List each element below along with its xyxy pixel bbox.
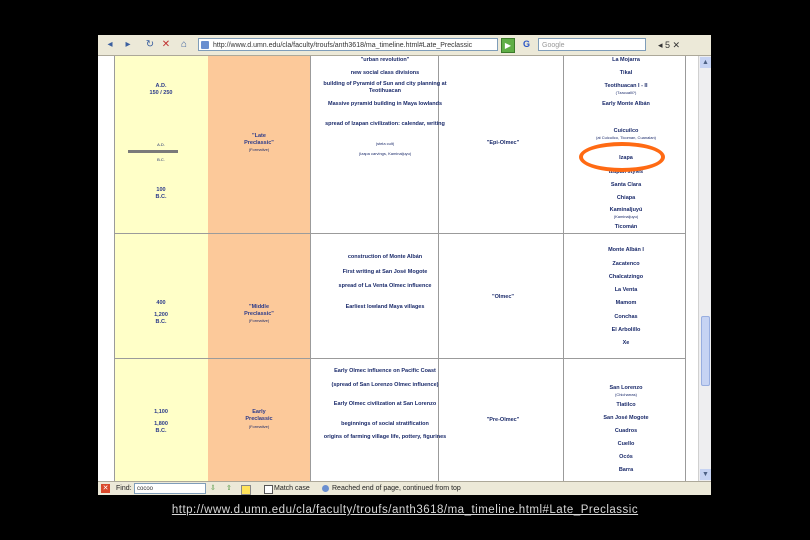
find-input[interactable]: cocoo	[134, 483, 206, 494]
page-icon	[201, 41, 209, 49]
event-item: origins of farming village life, pottery…	[323, 434, 447, 440]
era-divider-bar	[128, 150, 178, 153]
event-item: "urban revolution"	[360, 57, 410, 63]
site-note: (Tzacualli?)	[615, 90, 637, 95]
site-item: Xe	[622, 340, 630, 346]
site-item: Monte Albán I	[608, 247, 644, 253]
bc-label: B.C.	[157, 157, 165, 162]
highlight-circle	[579, 142, 665, 172]
site-item: Early Monte Albán	[602, 101, 650, 107]
go-button[interactable]: ▶	[501, 38, 515, 53]
date-label: 400 1,200 B.C.	[154, 300, 168, 325]
timeline-table: A.D. 150 / 250 A.D. B.C. 100 B.C. "Late Pr…	[98, 56, 698, 481]
find-bar: ✕ Find: cocoo ⇩ ⇧ Match case Reached end…	[98, 481, 711, 495]
site-item: Ticomán	[614, 224, 638, 230]
period-label[interactable]: "Middle Preclassic"	[216, 304, 302, 318]
site-item: Kaminaljuyú	[609, 207, 643, 213]
site-item: Mamom	[615, 300, 637, 306]
site-item: La Venta	[614, 287, 638, 293]
site-item: El Arbolillo	[611, 327, 641, 333]
site-item: Cuadros	[614, 428, 638, 434]
find-next-button[interactable]: ⇩	[210, 483, 216, 494]
highlight-button[interactable]	[241, 485, 251, 495]
period-label[interactable]: "Late Preclassic"	[216, 133, 302, 147]
vertical-scrollbar[interactable]: ▲ ▼	[698, 56, 711, 481]
site-item: Teotihuacan I - II	[604, 83, 648, 89]
browser-window: ◂ ▸ ↻ ✕ ⌂ http://www.d.umn.edu/cla/facul…	[98, 35, 711, 495]
event-item: First writing at San José Mogote	[342, 269, 428, 275]
site-item: Tlatilco	[616, 402, 636, 408]
scrollbar-thumb[interactable]	[701, 316, 710, 386]
address-text: http://www.d.umn.edu/cla/faculty/troufs/…	[213, 42, 473, 49]
home-button[interactable]: ⌂	[178, 38, 190, 52]
site-note: (Chicharras)	[614, 392, 637, 397]
reload-button[interactable]: ↻	[144, 38, 156, 52]
close-icon[interactable]: ✕	[101, 484, 110, 493]
event-item: spread of Izapan civilization: calendar,…	[325, 121, 445, 127]
find-previous-button[interactable]: ⇧	[226, 483, 232, 494]
site-item: La Mojarra	[612, 57, 640, 63]
search-input[interactable]: Google	[538, 38, 646, 51]
find-status: Reached end of page, continued from top	[332, 485, 461, 492]
site-item: Ocós	[619, 454, 633, 460]
address-bar[interactable]: http://www.d.umn.edu/cla/faculty/troufs/…	[198, 38, 498, 51]
ad-label: A.D.	[157, 142, 165, 147]
navigation-toolbar: ◂ ▸ ↻ ✕ ⌂ http://www.d.umn.edu/cla/facul…	[98, 35, 711, 56]
site-item: San Lorenzo	[609, 385, 643, 391]
date-label: 1,100 1,800 B.C.	[154, 409, 168, 434]
site-item: Cuicuilco	[613, 128, 639, 134]
site-item: Tikal	[619, 70, 633, 76]
caption-url[interactable]: http://www.d.umn.edu/cla/faculty/troufs/…	[0, 504, 810, 516]
site-item: Barra	[618, 467, 634, 473]
match-case-checkbox[interactable]	[264, 485, 273, 494]
event-item: beginnings of social stratification	[341, 421, 429, 427]
event-item: construction of Monte Albán	[347, 254, 423, 260]
period-sub: (Formative)	[248, 424, 270, 429]
period-sub: (Formative)	[248, 147, 270, 152]
site-item: Zacatenco	[612, 261, 640, 267]
event-note: (stela cult)	[375, 141, 395, 146]
period-label[interactable]: Early Preclassic	[216, 409, 302, 423]
scroll-up-icon[interactable]: ▲	[700, 57, 711, 68]
event-item: Earliest lowland Maya villages	[345, 304, 425, 310]
tab-controls[interactable]: ◂ 5 ✕	[658, 38, 680, 52]
match-case-label: Match case	[274, 485, 310, 492]
event-item: Early Olmec civilization at San Lorenzo	[333, 401, 437, 407]
site-item: Chiapa	[616, 195, 636, 201]
period-sub: (Formative)	[248, 318, 270, 323]
site-item: San José Mogote	[603, 415, 649, 421]
culture-label: "Olmec"	[491, 294, 515, 300]
site-item: Conchas	[614, 314, 638, 320]
culture-label: "Epi-Olmec"	[486, 140, 520, 146]
event-note: (Izapa carvings, Kaminaljuyu)	[358, 151, 412, 156]
date-label: 100 B.C.	[155, 187, 167, 200]
event-item: spread of La Venta Olmec influence	[338, 283, 432, 289]
find-label: Find:	[116, 485, 132, 492]
forward-button[interactable]: ▸	[122, 38, 134, 52]
culture-label: "Pre-Olmec"	[486, 417, 520, 423]
event-item: building of Pyramid of Sun and city plan…	[323, 81, 447, 94]
event-item: Massive pyramid building in Maya lowland…	[328, 101, 442, 107]
site-item: Santa Clara	[610, 182, 642, 188]
back-button[interactable]: ◂	[104, 38, 116, 52]
google-icon: G	[523, 39, 531, 49]
site-item: Chalcatzingo	[608, 274, 644, 280]
event-item: (spread of San Lorenzo Olmec influence)	[331, 382, 439, 388]
event-item: Early Olmec influence on Pacific Coast	[334, 368, 436, 374]
date-label: A.D. 150 / 250	[149, 83, 173, 96]
site-note: (at Cuicuilco, Ticoman, Cuanalan)	[595, 135, 657, 140]
stop-button[interactable]: ✕	[160, 38, 172, 52]
info-icon	[322, 485, 329, 492]
event-item: new social class divisions	[350, 70, 420, 76]
site-item: Cuello	[617, 441, 635, 447]
scroll-down-icon[interactable]: ▼	[700, 469, 711, 480]
site-note: (Kaminaljuyu)	[613, 214, 639, 219]
